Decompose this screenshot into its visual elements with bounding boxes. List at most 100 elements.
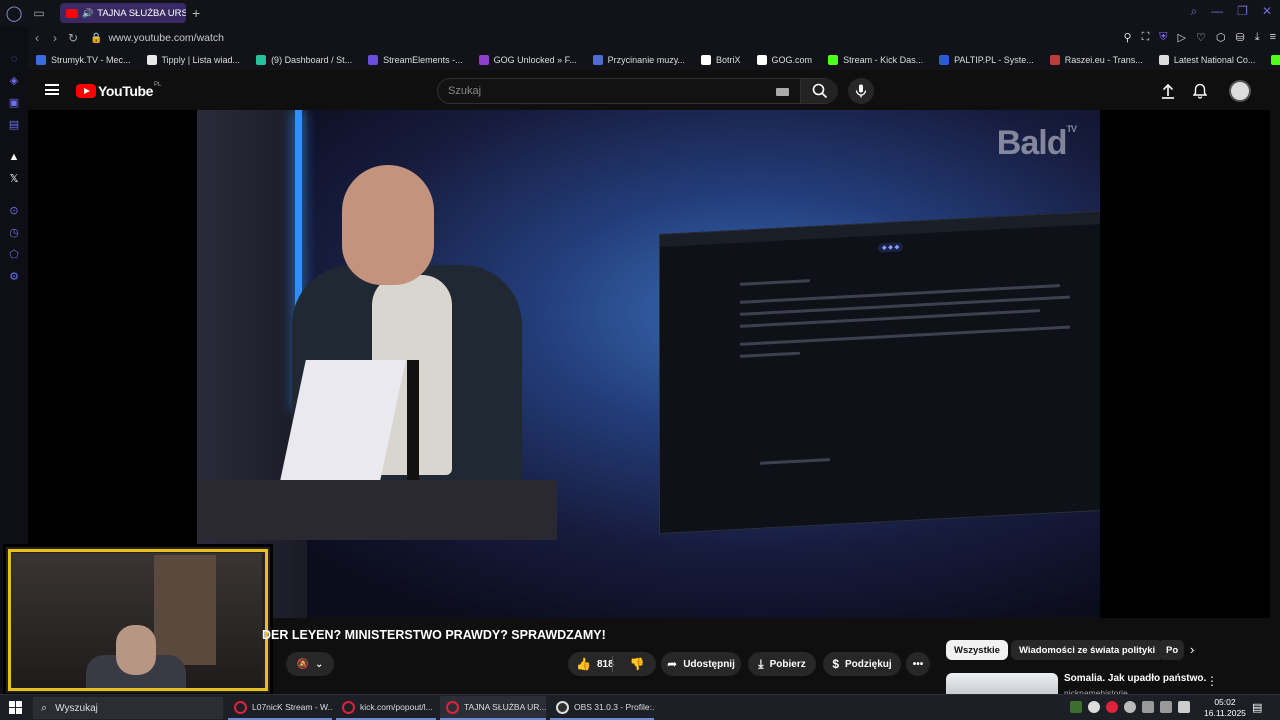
tray-network-icon[interactable] (1142, 701, 1154, 713)
bookmark[interactable]: kali24853 (1271, 55, 1280, 65)
bookmark[interactable]: Przycinanie muzy... (592, 55, 685, 65)
back-arrow-icon[interactable]: ‹ (28, 31, 46, 45)
opera-logo-icon[interactable]: ◯ (0, 0, 28, 26)
url-field[interactable]: www.youtube.com/watch (108, 32, 224, 44)
bookmark[interactable]: (9) Dashboard / St... (256, 55, 352, 65)
tab-overview-icon[interactable]: ▭ (28, 6, 50, 20)
address-bar-tools: ⚲ ⛶ ⛨ ▷ ♡ ⬡ ⛁ ⤓ ≡ (1124, 31, 1276, 44)
related-video-menu-icon[interactable]: ⋮ (1206, 674, 1218, 688)
reload-icon[interactable]: ↻ (64, 31, 82, 45)
app-icon[interactable]: ▲ (7, 150, 21, 164)
youtube-play-icon (76, 84, 96, 98)
forward-arrow-icon[interactable]: › (46, 31, 64, 45)
download-icon[interactable]: ⤓ (1255, 31, 1260, 44)
bookmark[interactable]: StreamElements -... (368, 55, 463, 65)
notifications-icon[interactable]: ▤ (1252, 701, 1262, 714)
bookmark[interactable]: Stream - Kick Das... (828, 55, 923, 65)
video-scene-screen: ◆ ◆ ◆ (659, 209, 1100, 535)
more-actions-button[interactable]: ••• (906, 652, 930, 676)
bookmark[interactable]: GOG.com (756, 55, 812, 65)
related-video-thumbnail[interactable] (946, 673, 1058, 694)
snapshot-icon[interactable]: ⛶ (1142, 31, 1150, 44)
wallet-icon[interactable]: ⛁ (1235, 31, 1244, 44)
keyboard-icon[interactable] (776, 88, 789, 96)
maximize-button[interactable]: ❐ (1237, 4, 1248, 19)
chips-next-arrow-icon[interactable]: › (1190, 642, 1194, 657)
tray-display-icon[interactable] (1160, 701, 1172, 713)
workspace-icon[interactable]: ◈ (7, 74, 21, 88)
thanks-button[interactable]: $ Podziękuj (823, 652, 901, 676)
bookmark[interactable]: PALTIP.PL - Syste... (939, 55, 1034, 65)
like-thumb-icon[interactable]: 👍 (576, 657, 591, 671)
download-button[interactable]: ⤓ Pobierz (748, 652, 816, 676)
search-button[interactable] (800, 79, 838, 103)
tray-chrome-icon[interactable] (1088, 701, 1100, 713)
chip-politics[interactable]: Wiadomości ze świata polityki (1011, 640, 1164, 660)
bookmark-favicon-icon (828, 55, 839, 65)
video-frame[interactable]: ◆ ◆ ◆ BaldTV (197, 110, 1100, 618)
bookmark[interactable]: Tipply | Lista wiad... (146, 55, 240, 65)
voice-search-button[interactable] (848, 78, 874, 104)
youtube-logo[interactable]: YouTube PL (76, 82, 161, 99)
taskbar-search[interactable]: ⌕ Wyszukaj (33, 697, 223, 719)
dislike-thumb-icon[interactable]: 👎 (630, 657, 645, 671)
x-twitter-icon[interactable]: 𝕏 (7, 172, 21, 186)
bookmark[interactable]: Latest National Co... (1158, 55, 1255, 65)
bookmark-favicon-icon (756, 55, 767, 65)
tray-obs-icon[interactable] (1124, 701, 1136, 713)
settings-gear-icon[interactable]: ⚙ (7, 270, 21, 284)
bell-off-icon: 🔕 (296, 658, 310, 670)
avatar[interactable] (1229, 80, 1251, 102)
bookmark[interactable]: GOG Unlocked » F... (478, 55, 577, 65)
extensions-icon[interactable]: ⬠ (7, 248, 21, 262)
notification-bell-button[interactable]: 🔕 ⌄ (286, 652, 334, 676)
minimize-button[interactable]: — (1211, 4, 1223, 19)
mail-icon[interactable]: ▤ (7, 118, 21, 132)
opera-icon (234, 700, 247, 714)
bookmark[interactable]: BotriX (701, 55, 741, 65)
chip-partial[interactable]: Po (1158, 640, 1184, 660)
menu-hamburger-icon[interactable] (45, 84, 59, 95)
heart-icon[interactable]: ♡ (1196, 31, 1206, 44)
upload-icon[interactable] (1159, 82, 1177, 100)
taskbar-clock[interactable]: 05:02 16.11.2025 (1204, 697, 1246, 719)
tray-opera-icon[interactable] (1106, 701, 1118, 713)
player-icon[interactable]: ⊙ (7, 204, 21, 218)
extensions-cube-icon[interactable]: ⬡ (1216, 31, 1226, 44)
vpn-shield-icon[interactable]: ⛨ (1159, 31, 1167, 44)
bookmark[interactable]: Raszei.eu - Trans... (1049, 55, 1143, 65)
tab-youtube-active[interactable]: 🔊 TAJNA SŁUŻBA URSU (60, 3, 186, 23)
tray-nvidia-icon[interactable] (1070, 701, 1082, 713)
search-tabs-icon[interactable]: ⌕ (1190, 4, 1197, 19)
pin-icon[interactable]: ⚲ (1124, 31, 1132, 44)
more-dots-icon: ••• (912, 658, 924, 670)
close-window-button[interactable]: ✕ (1262, 4, 1272, 19)
video-scene-shelf (197, 110, 307, 618)
taskbar-app-opera-kick[interactable]: kick.com/popout/l... (336, 696, 436, 720)
bookmark[interactable]: Strumyk.TV - Mec... (36, 55, 131, 65)
like-divider (612, 656, 613, 672)
menu-lines-icon[interactable]: ≡ (1270, 31, 1276, 44)
taskbar-app-opera-youtube[interactable]: TAJNA SŁUŻBA UR... (440, 696, 546, 720)
tray-volume-icon[interactable] (1178, 701, 1190, 713)
windows-taskbar: ⌕ Wyszukaj L07nicK Stream - W... kick.co… (0, 694, 1280, 720)
notifications-bell-icon[interactable] (1191, 82, 1209, 100)
history-icon[interactable]: ◷ (7, 226, 21, 240)
taskbar-app-obs[interactable]: OBS 31.0.3 - Profile:... (550, 696, 654, 720)
bookmark-favicon-icon (592, 55, 603, 65)
aria-icon[interactable]: ◌ (7, 52, 21, 66)
messenger-icon[interactable]: ▣ (7, 96, 21, 110)
taskbar-app-opera-stream[interactable]: L07nicK Stream - W... (228, 696, 332, 720)
bookmark-favicon-icon (478, 55, 489, 65)
speaker-icon[interactable]: 🔊 (82, 8, 93, 19)
video-player[interactable]: ◆ ◆ ◆ BaldTV (28, 110, 1270, 618)
related-video-title[interactable]: Somalia. Jak upadło państwo. (1064, 673, 1206, 684)
lock-icon[interactable]: 🔒 (90, 33, 102, 44)
new-tab-button[interactable]: + (192, 5, 200, 21)
search-input[interactable] (438, 79, 768, 103)
windows-start-icon[interactable] (9, 701, 22, 714)
play-icon[interactable]: ▷ (1178, 31, 1186, 44)
chip-all[interactable]: Wszystkie (946, 640, 1008, 660)
bookmarks-bar: Strumyk.TV - Mec... Tipply | Lista wiad.… (28, 50, 1280, 70)
share-button[interactable]: ➦ Udostępnij (661, 652, 741, 676)
